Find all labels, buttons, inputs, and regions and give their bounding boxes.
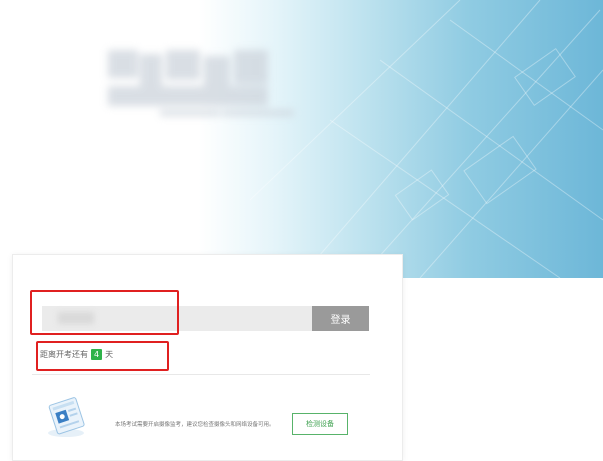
hero-pattern <box>249 0 603 278</box>
highlight-countdown-box <box>36 341 169 371</box>
login-button[interactable]: 登录 <box>312 306 369 331</box>
device-check-notice: 本场考试需要开启摄像监考，建议您检查摄像头和网络设备可用。 <box>115 422 275 428</box>
exam-device-icon <box>48 397 85 437</box>
divider <box>32 374 370 375</box>
hero-banner <box>0 0 603 278</box>
highlight-input-box <box>30 290 179 335</box>
logo-blurred <box>108 50 294 128</box>
check-device-button[interactable]: 检测设备 <box>292 413 348 435</box>
